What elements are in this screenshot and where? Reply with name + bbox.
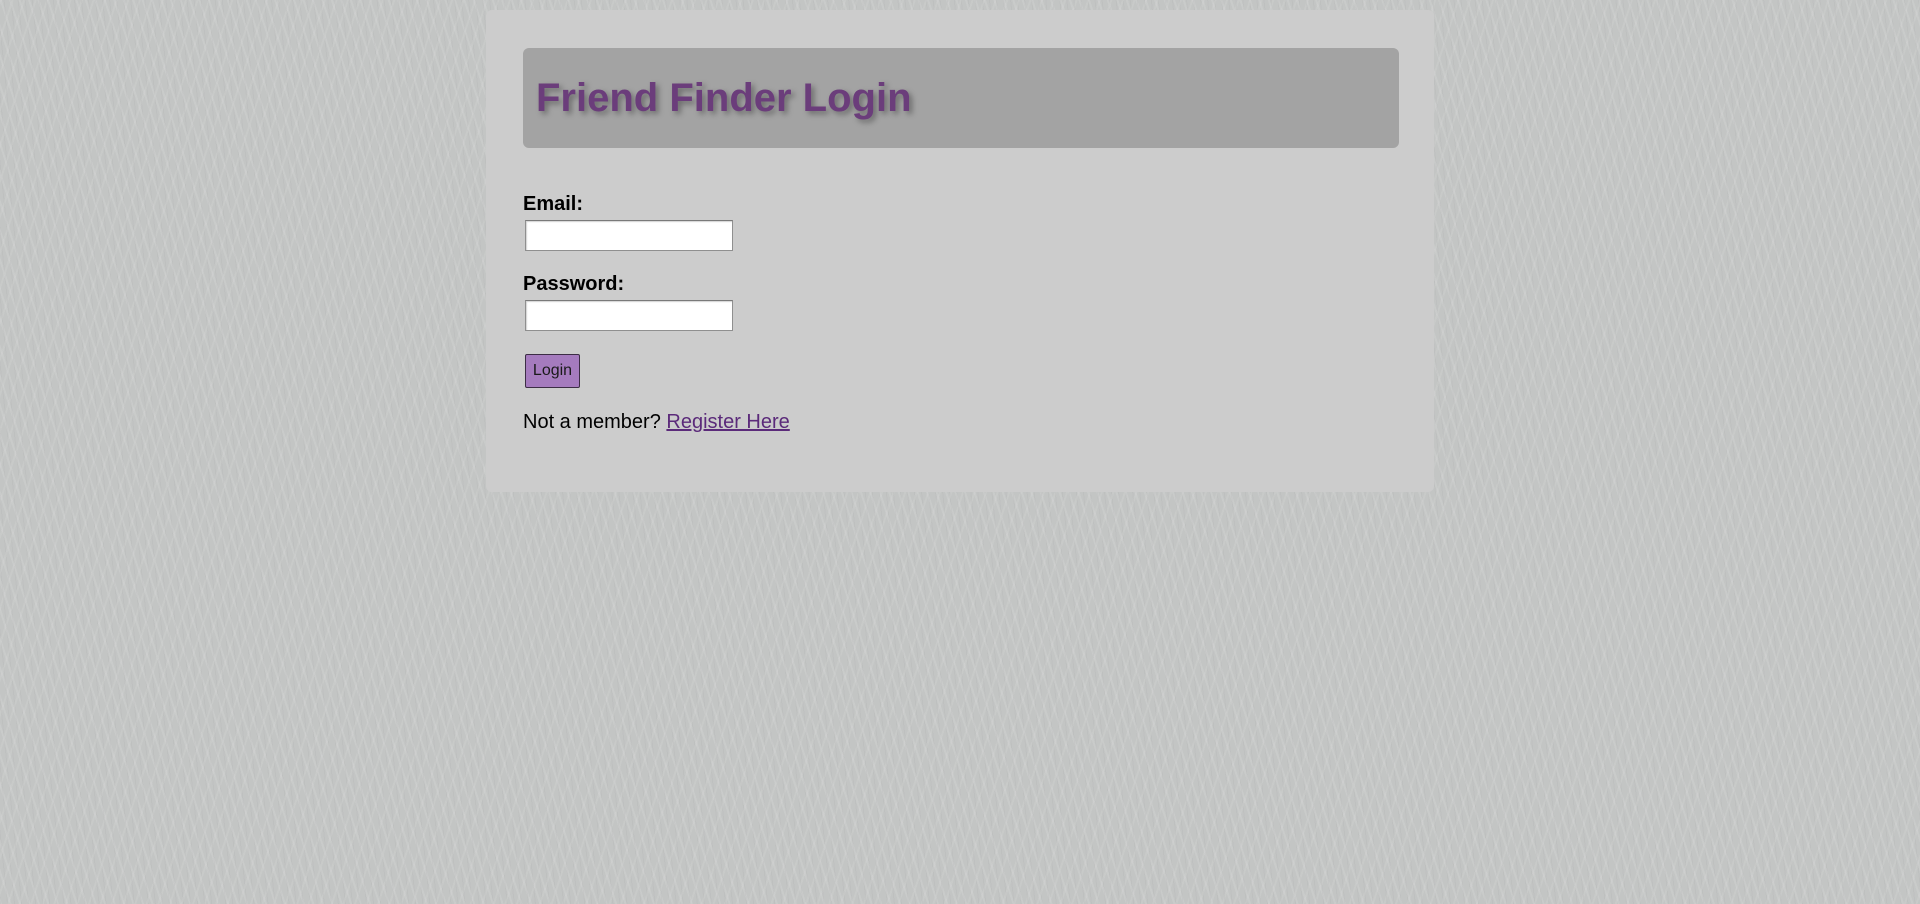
register-prompt-line: Not a member? Register Here: [523, 410, 790, 434]
register-prompt-text: Not a member?: [523, 411, 661, 433]
login-button[interactable]: Login: [525, 354, 580, 388]
login-panel: Friend Finder Login Email: Password: Log…: [486, 10, 1434, 492]
email-field[interactable]: [525, 220, 733, 251]
header-bar: Friend Finder Login: [523, 48, 1399, 148]
register-link[interactable]: Register Here: [666, 411, 789, 433]
page-title: Friend Finder Login: [536, 76, 912, 120]
password-field[interactable]: [525, 300, 733, 331]
email-label: Email:: [523, 193, 584, 215]
password-label: Password:: [523, 273, 625, 295]
